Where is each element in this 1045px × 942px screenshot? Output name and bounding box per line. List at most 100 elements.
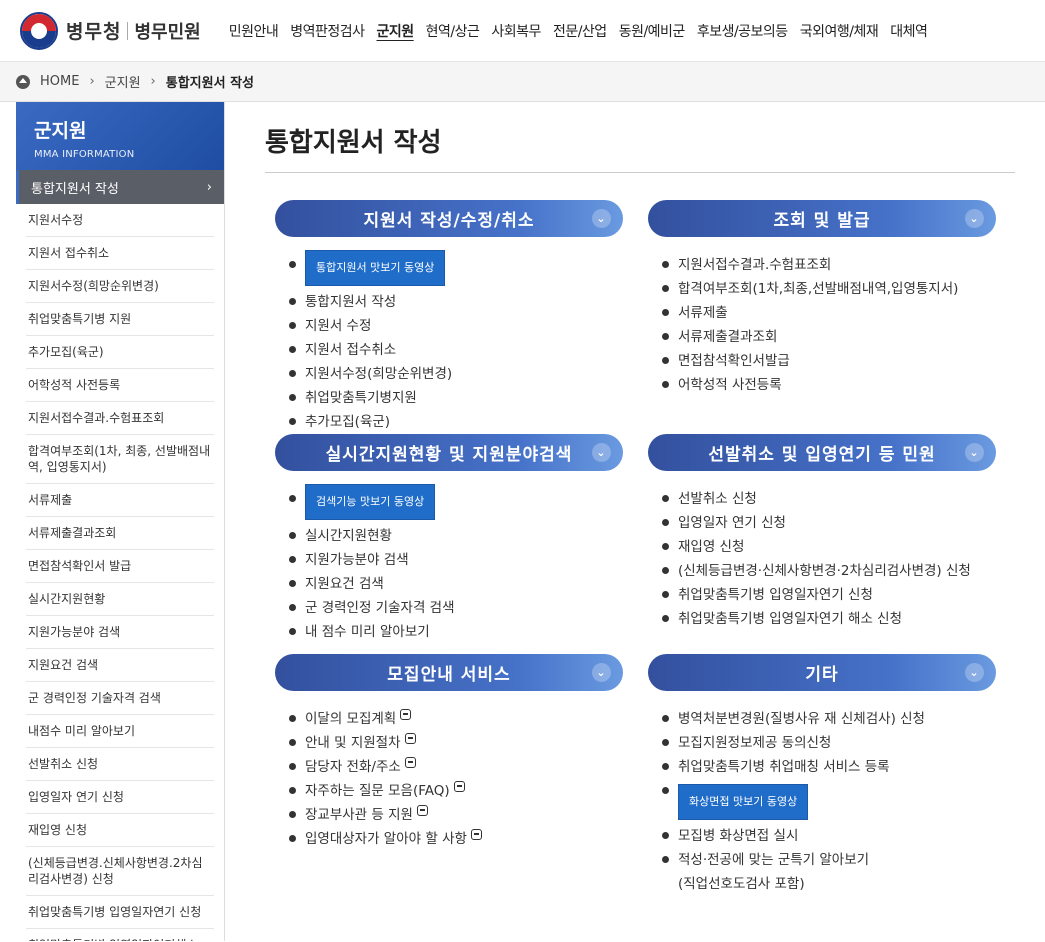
list-item[interactable]: 모집지원정보제공 동의신청 (662, 731, 996, 755)
sidebar-item[interactable]: 입영일자 연기 신청 (26, 781, 214, 814)
list-item[interactable]: 취업맞춤특기병 입영일자연기 신청 (662, 583, 996, 607)
list-item[interactable]: 취업맞춤특기병 입영일자연기 해소 신청 (662, 607, 996, 631)
chevron-right-icon: › (150, 74, 156, 89)
nav-item[interactable]: 사회복무 (485, 21, 547, 41)
breadcrumb: HOME › 군지원 › 통합지원서 작성 (0, 62, 1045, 102)
list-item[interactable]: 안내 및 지원절차 (289, 731, 623, 755)
sidebar-item[interactable]: 취업맞춤특기병 입영일자연기 신청 (26, 896, 214, 929)
list-item[interactable]: 지원가능분야 검색 (289, 548, 623, 572)
sidebar-item[interactable]: 지원서접수결과.수험표조회 (26, 402, 214, 435)
breadcrumb-level1[interactable]: 군지원 (105, 72, 141, 91)
list-item: 화상면접 맛보기 동영상 (662, 779, 996, 824)
logo-subtitle: 병무민원 (134, 21, 201, 43)
card-header[interactable]: 실시간지원현황 및 지원분야검색 ⌄ (275, 434, 623, 471)
nav-item[interactable]: 대체역 (884, 21, 933, 41)
sidebar-item[interactable]: 면접참석확인서 발급 (26, 550, 214, 583)
nav-item[interactable]: 민원안내 (223, 21, 285, 41)
list-item[interactable]: 지원요건 검색 (289, 572, 623, 596)
sidebar-item[interactable]: 추가모집(육군) (26, 336, 214, 369)
sidebar-item[interactable]: 지원요건 검색 (26, 649, 214, 682)
list-item[interactable]: 통합지원서 작성 (289, 290, 623, 314)
nav-item[interactable]: 후보생/공보의등 (691, 21, 794, 41)
video-preview-button[interactable]: 화상면접 맛보기 동영상 (678, 784, 809, 820)
card-header[interactable]: 기타 ⌄ (648, 654, 996, 691)
card-list: 병역처분변경원(질병사유 재 신체검사) 신청 모집지원정보제공 동의신청 취업… (648, 691, 996, 896)
new-window-icon (404, 757, 416, 768)
list-item[interactable]: 내 점수 미리 알아보기 (289, 620, 623, 644)
list-item[interactable]: 선발취소 신청 (662, 487, 996, 511)
list-item[interactable]: 군 경력인정 기술자격 검색 (289, 596, 623, 620)
list-item[interactable]: 취업맞춤특기병 취업매칭 서비스 등록 (662, 755, 996, 779)
sidebar-item[interactable]: 합격여부조회(1차, 최종, 선발배점내역, 입영통지서) (26, 435, 214, 484)
new-window-icon (404, 733, 416, 744)
nav-item[interactable]: 국외여행/체재 (794, 21, 885, 41)
sidebar-item[interactable]: 실시간지원현황 (26, 583, 214, 616)
list-item[interactable]: 담당자 전화/주소 (289, 755, 623, 779)
list-item[interactable]: 서류제출 (662, 301, 996, 325)
sidebar-item[interactable]: 취업맞춤특기병 입영일자연기해소 신청 (26, 929, 214, 941)
list-item[interactable]: 입영대상자가 알아야 할 사항 (289, 827, 623, 851)
sidebar-item[interactable]: (신체등급변경.신체사항변경.2차심리검사변경) 신청 (26, 847, 214, 896)
list-item[interactable]: 서류제출결과조회 (662, 325, 996, 349)
home-icon[interactable] (16, 74, 30, 89)
card-header[interactable]: 모집안내 서비스 ⌄ (275, 654, 623, 691)
site-logo[interactable]: 병무청 병무민원 (20, 11, 201, 50)
list-item[interactable]: 재입영 신청 (662, 535, 996, 559)
list-item[interactable]: 장교부사관 등 지원 (289, 803, 623, 827)
nav-item[interactable]: 병역판정검사 (284, 21, 370, 41)
sidebar-item[interactable]: 지원서 접수취소 (26, 237, 214, 270)
list-item[interactable]: 적성·전공에 맞는 군특기 알아보기 (직업선호도검사 포함) (662, 848, 996, 896)
nav-item[interactable]: 현역/상근 (420, 21, 486, 41)
sidebar-item[interactable]: 취업맞춤특기병 지원 (26, 303, 214, 336)
sidebar-list: 지원서수정 지원서 접수취소 지원서수정(희망순위변경) 취업맞춤특기병 지원 … (16, 204, 224, 941)
card-realtime-search: 실시간지원현황 및 지원분야검색 ⌄ 검색기능 맛보기 동영상 실시간지원현황 … (275, 434, 623, 654)
list-item[interactable]: 입영일자 연기 신청 (662, 511, 996, 535)
list-item[interactable]: 지원서접수결과.수험표조회 (662, 253, 996, 277)
video-preview-button[interactable]: 검색기능 맛보기 동영상 (305, 484, 436, 520)
sidebar-item-active[interactable]: 통합지원서 작성 › (16, 170, 224, 204)
list-item[interactable]: 취업맞춤특기병지원 (289, 386, 623, 410)
list-item[interactable]: 지원서수정(희망순위변경) (289, 362, 623, 386)
list-item[interactable]: 병역처분변경원(질병사유 재 신체검사) 신청 (662, 707, 996, 731)
video-preview-button[interactable]: 통합지원서 맛보기 동영상 (305, 250, 446, 286)
sidebar-item[interactable]: 지원가능분야 검색 (26, 616, 214, 649)
chevron-down-icon[interactable]: ⌄ (592, 443, 611, 462)
sidebar-item[interactable]: 재입영 신청 (26, 814, 214, 847)
sidebar: 군지원 MMA INFORMATION 통합지원서 작성 › 지원서수정 지원서… (16, 102, 225, 941)
card-header[interactable]: 지원서 작성/수정/취소 ⌄ (275, 200, 623, 237)
list-item[interactable]: 지원서 수정 (289, 314, 623, 338)
sidebar-item[interactable]: 서류제출 (26, 484, 214, 517)
list-item[interactable]: (신체등급변경·신체사항변경·2차심리검사변경) 신청 (662, 559, 996, 583)
nav-item[interactable]: 전문/산업 (547, 21, 613, 41)
list-item[interactable]: 면접참석확인서발급 (662, 349, 996, 373)
logo-name: 병무청 (66, 21, 122, 43)
list-item[interactable]: 추가모집(육군) (289, 410, 623, 434)
list-item[interactable]: 자주하는 질문 모음(FAQ) (289, 779, 623, 803)
chevron-down-icon[interactable]: ⌄ (965, 209, 984, 228)
chevron-down-icon[interactable]: ⌄ (592, 209, 611, 228)
nav-item-active[interactable]: 군지원 (371, 21, 420, 41)
card-header[interactable]: 조회 및 발급 ⌄ (648, 200, 996, 237)
sidebar-item[interactable]: 지원서수정 (26, 204, 214, 237)
chevron-down-icon[interactable]: ⌄ (592, 663, 611, 682)
sidebar-item[interactable]: 선발취소 신청 (26, 748, 214, 781)
sidebar-item[interactable]: 어학성적 사전등록 (26, 369, 214, 402)
sidebar-item[interactable]: 군 경력인정 기술자격 검색 (26, 682, 214, 715)
list-item[interactable]: 합격여부조회(1차,최종,선발배점내역,입영통지서) (662, 277, 996, 301)
card-header[interactable]: 선발취소 및 입영연기 등 민원 ⌄ (648, 434, 996, 471)
sidebar-item[interactable]: 서류제출결과조회 (26, 517, 214, 550)
nav-item[interactable]: 동원/예비군 (613, 21, 691, 41)
card-grid: 지원서 작성/수정/취소 ⌄ 통합지원서 맛보기 동영상 통합지원서 작성 지원… (265, 200, 1015, 896)
breadcrumb-home[interactable]: HOME (40, 74, 79, 89)
list-item[interactable]: 모집병 화상면접 실시 (662, 824, 996, 848)
card-application: 지원서 작성/수정/취소 ⌄ 통합지원서 맛보기 동영상 통합지원서 작성 지원… (275, 200, 623, 434)
chevron-down-icon[interactable]: ⌄ (965, 663, 984, 682)
chevron-down-icon[interactable]: ⌄ (965, 443, 984, 462)
list-item[interactable]: 이달의 모집계획 (289, 707, 623, 731)
list-item[interactable]: 실시간지원현황 (289, 524, 623, 548)
list-item[interactable]: 지원서 접수취소 (289, 338, 623, 362)
sidebar-item[interactable]: 내점수 미리 알아보기 (26, 715, 214, 748)
main-content: 통합지원서 작성 지원서 작성/수정/취소 ⌄ 통합지원서 맛보기 동영상 통합… (225, 102, 1045, 941)
sidebar-item[interactable]: 지원서수정(희망순위변경) (26, 270, 214, 303)
list-item[interactable]: 어학성적 사전등록 (662, 373, 996, 397)
